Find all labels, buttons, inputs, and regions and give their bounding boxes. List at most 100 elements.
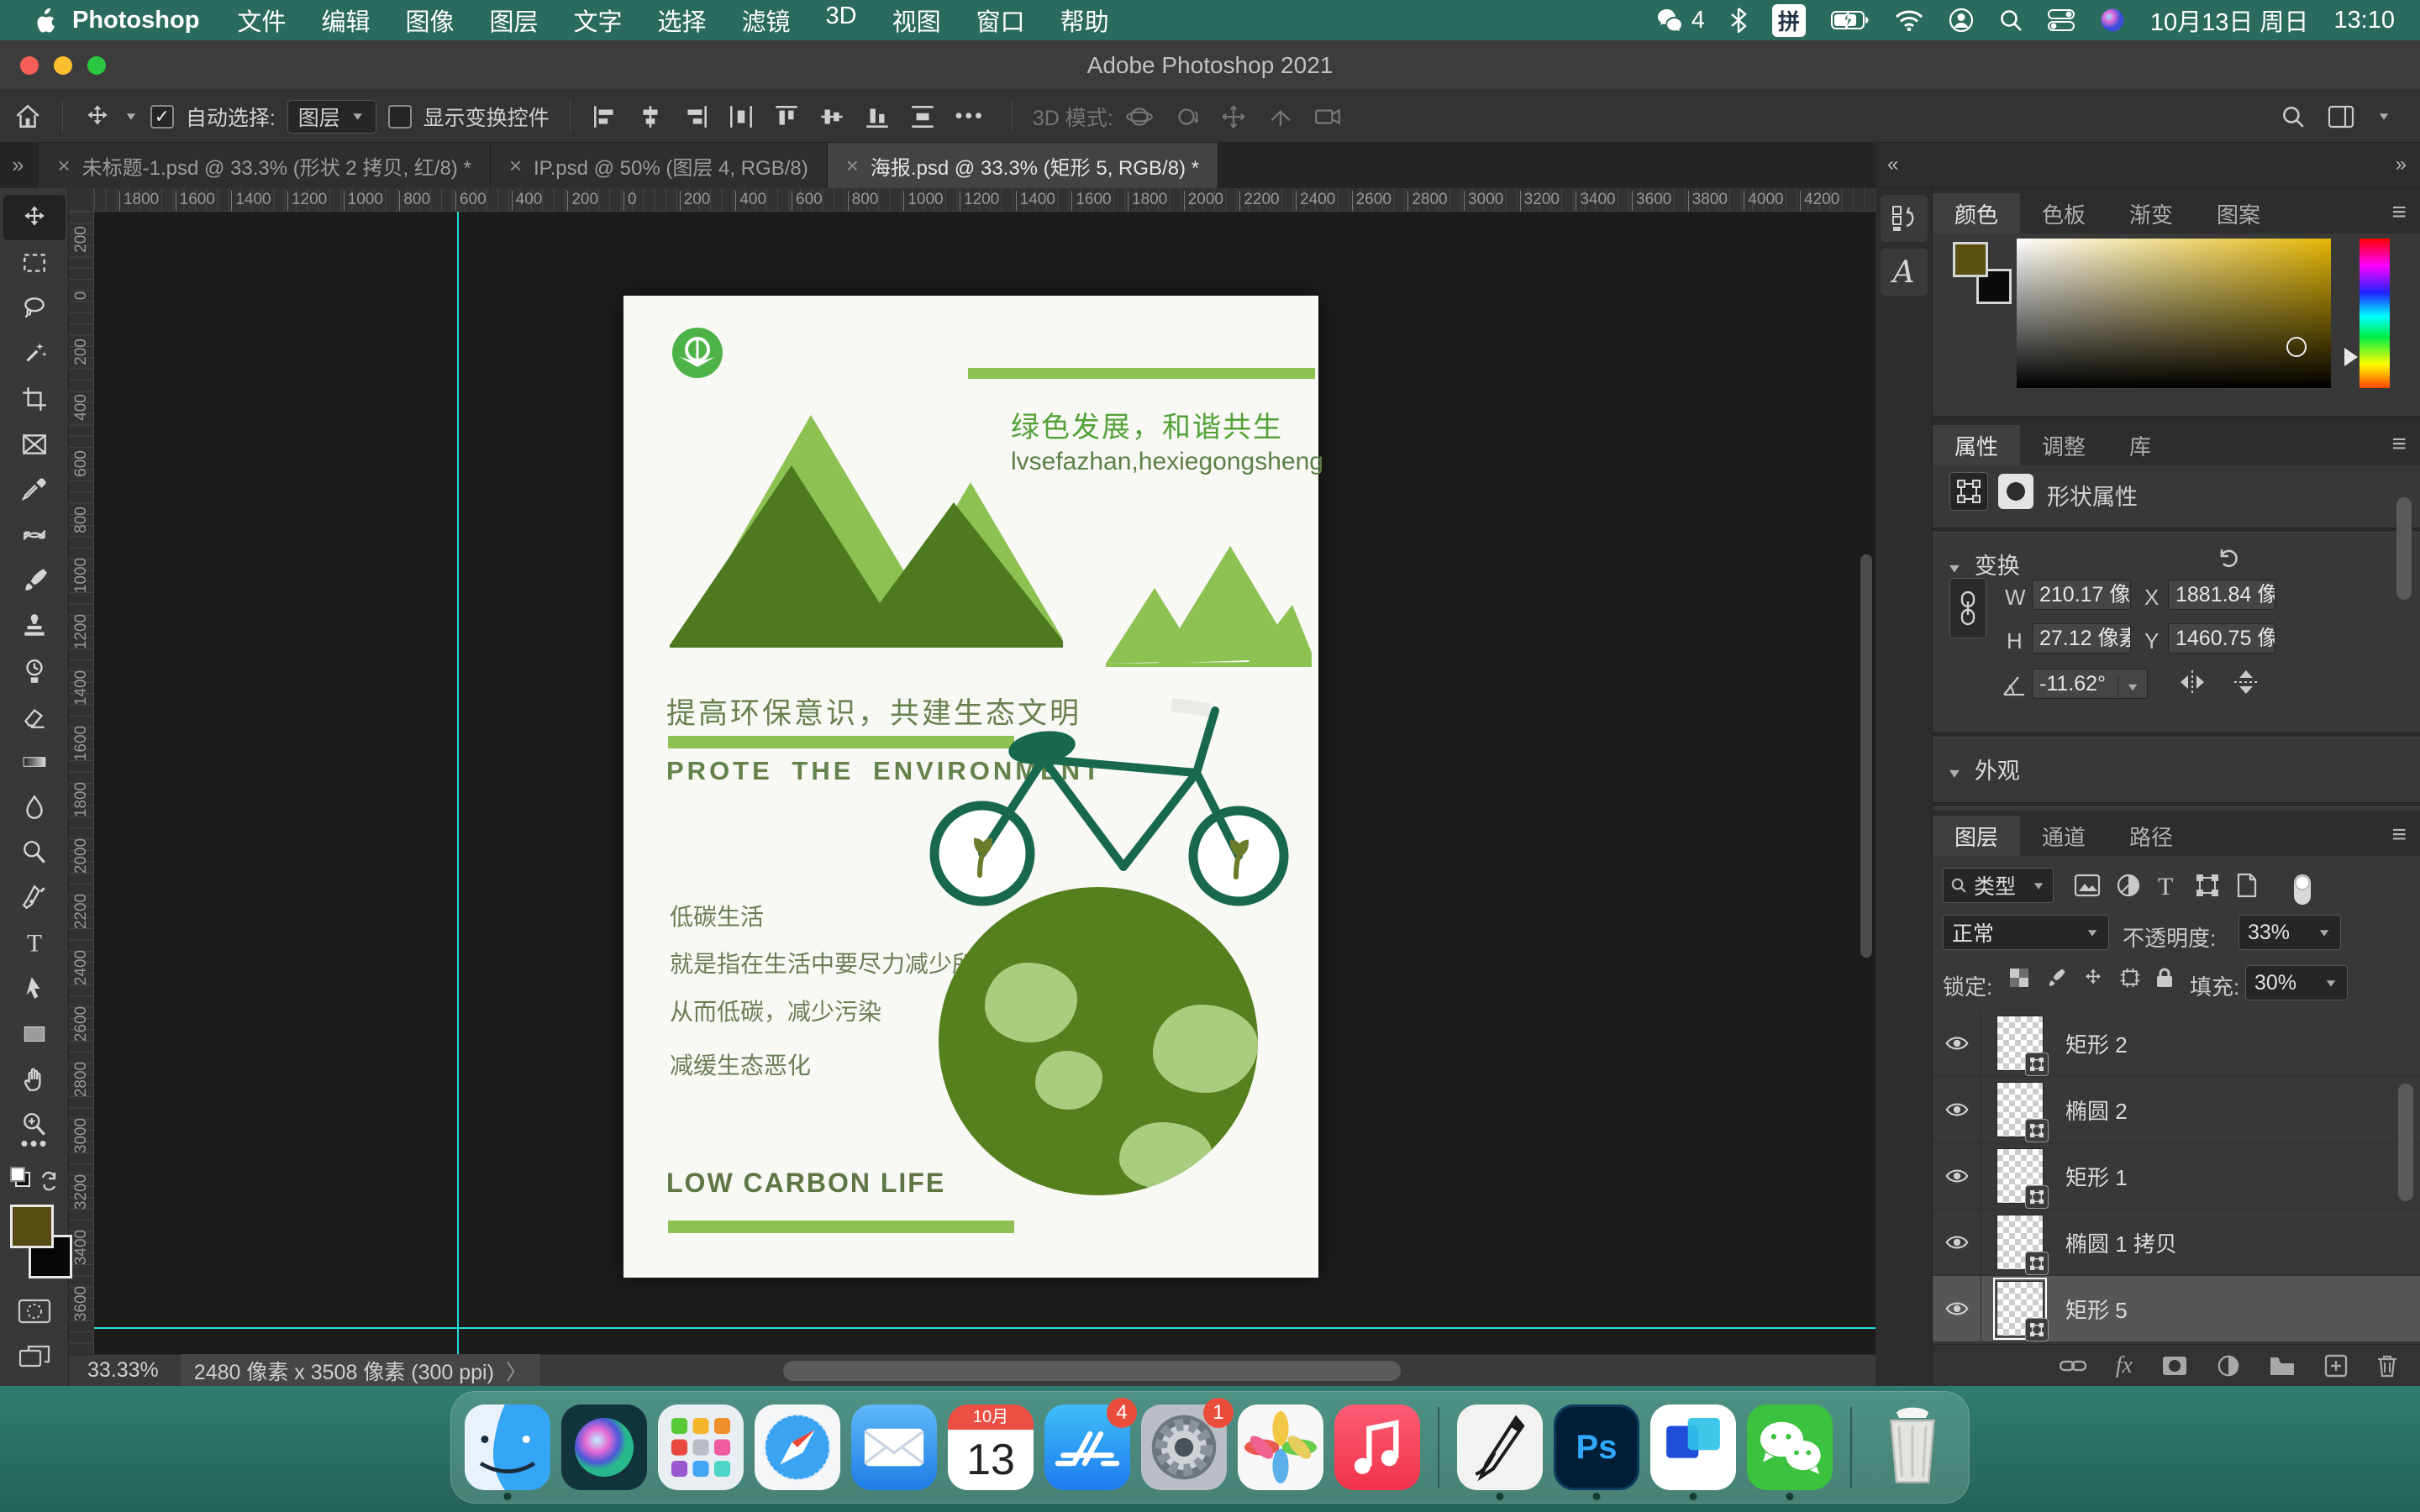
menu-item-文字[interactable]: 文字 bbox=[573, 3, 622, 38]
scrollbar-thumb[interactable] bbox=[783, 1361, 1401, 1381]
transform-section-header[interactable]: ▼变换 bbox=[1946, 548, 2020, 580]
collapse-panels-icon[interactable]: « bbox=[1887, 153, 1898, 176]
poster-document[interactable]: 绿色发展，和谐共生 lvsefazhan,hexiegongsheng 提高环保… bbox=[623, 296, 1318, 1278]
panel-menu-icon[interactable]: ≡ bbox=[2391, 198, 2407, 227]
dock-item-launchpad[interactable] bbox=[658, 1404, 744, 1490]
close-tab-icon[interactable]: × bbox=[509, 153, 522, 179]
y-field[interactable]: 1460.75 像 bbox=[2168, 623, 2275, 654]
layer-visibility-icon[interactable] bbox=[1933, 1077, 1981, 1143]
close-window-button[interactable] bbox=[20, 56, 39, 75]
layer-visibility-icon[interactable] bbox=[1933, 1143, 1981, 1210]
layer-filter-dropdown[interactable]: 类型 ▼ bbox=[1943, 868, 2054, 903]
dock-item-settings[interactable]: 1 bbox=[1141, 1404, 1227, 1490]
panel-menu-icon[interactable]: ≡ bbox=[2391, 821, 2407, 849]
auto-select-checkbox[interactable]: ✓ bbox=[150, 105, 174, 129]
foreground-color-swatch[interactable] bbox=[10, 1205, 54, 1248]
dock-item-docs-app[interactable] bbox=[1650, 1404, 1736, 1490]
properties-tab-属性[interactable]: 属性 bbox=[1933, 425, 2020, 465]
link-wh-icon[interactable] bbox=[1949, 578, 1986, 638]
saturation-field[interactable] bbox=[2017, 239, 2331, 388]
move-tool-option-icon[interactable] bbox=[83, 102, 112, 131]
reset-transform-icon[interactable] bbox=[2215, 544, 2242, 571]
lock-transparent-pixels-icon[interactable] bbox=[2008, 967, 2030, 989]
align-center-v-icon[interactable] bbox=[818, 102, 846, 131]
user-account-icon[interactable] bbox=[1949, 8, 1974, 33]
edit-toolbar-icon[interactable]: ••• bbox=[3, 1121, 66, 1166]
align-top-icon[interactable] bbox=[772, 102, 801, 131]
layer-name[interactable]: 椭圆 2 bbox=[2065, 1095, 2128, 1126]
rotation-angle-field[interactable]: -11.62° ▼ bbox=[2032, 669, 2148, 699]
filter-adjustment-layers-icon[interactable] bbox=[2116, 873, 2141, 898]
object-selection-tool[interactable] bbox=[3, 331, 66, 376]
layer-row-矩形 1[interactable]: 矩形 1 bbox=[1933, 1143, 2420, 1210]
width-field[interactable]: 210.17 像素 bbox=[2032, 580, 2131, 610]
control-center-icon[interactable] bbox=[2048, 8, 2075, 32]
eyedropper-tool[interactable] bbox=[3, 467, 66, 512]
layer-filter-toggle[interactable] bbox=[2292, 873, 2312, 906]
align-left-icon[interactable] bbox=[591, 102, 619, 131]
distribute-v-icon[interactable] bbox=[908, 102, 937, 131]
delete-layer-icon[interactable] bbox=[2376, 1354, 2398, 1378]
character-panel-icon[interactable]: A bbox=[1881, 249, 1928, 296]
layer-row-矩形 5[interactable]: 矩形 5 bbox=[1933, 1276, 2420, 1342]
flip-horizontal-icon[interactable] bbox=[2178, 669, 2207, 696]
layer-visibility-icon[interactable] bbox=[1933, 1276, 1981, 1342]
add-mask-icon[interactable] bbox=[2161, 1355, 2188, 1377]
filter-type-layers-icon[interactable]: T bbox=[2158, 873, 2173, 901]
layer-name[interactable]: 矩形 2 bbox=[2065, 1028, 2128, 1059]
close-tab-icon[interactable]: × bbox=[57, 153, 70, 179]
blend-mode-dropdown[interactable]: 正常▼ bbox=[1943, 915, 2109, 950]
new-layer-icon[interactable] bbox=[2324, 1354, 2348, 1378]
filter-smart-objects-icon[interactable] bbox=[2235, 873, 2259, 898]
new-group-icon[interactable] bbox=[2269, 1355, 2296, 1377]
type-tool[interactable]: T bbox=[3, 921, 66, 966]
swap-colors-icon[interactable] bbox=[0, 1166, 69, 1200]
color-tab-渐变[interactable]: 渐变 bbox=[2107, 193, 2195, 234]
height-field[interactable]: 27.12 像素 bbox=[2032, 623, 2131, 654]
chevron-down-icon[interactable]: ▼ bbox=[2118, 677, 2140, 697]
expand-panels-icon[interactable]: » bbox=[2396, 153, 2407, 176]
dock-item-photos[interactable] bbox=[1238, 1404, 1323, 1490]
dock-item-photoshop[interactable]: Ps bbox=[1554, 1404, 1639, 1490]
color-tab-图案[interactable]: 图案 bbox=[2195, 193, 2282, 234]
minimize-window-button[interactable] bbox=[54, 56, 72, 75]
x-field[interactable]: 1881.84 像 bbox=[2168, 580, 2275, 610]
blur-tool[interactable] bbox=[3, 785, 66, 830]
dock-item-siri[interactable] bbox=[561, 1404, 647, 1490]
menu-time[interactable]: 13:10 bbox=[2333, 7, 2395, 34]
chevron-down-icon[interactable]: ▼ bbox=[124, 110, 139, 123]
workspace-icon[interactable] bbox=[2328, 104, 2354, 129]
status-chevron[interactable]: 〉 bbox=[506, 1356, 527, 1386]
clone-stamp-tool[interactable] bbox=[3, 603, 66, 648]
document-info[interactable]: 2480 像素 x 3508 像素 (300 ppi) 〉 bbox=[181, 1354, 540, 1388]
horizontal-guide[interactable] bbox=[94, 1327, 1876, 1329]
vertical-ruler[interactable]: 2000200400600800100012001400160018002000… bbox=[69, 212, 94, 1354]
auto-select-dropdown[interactable]: 图层 ▼ bbox=[287, 100, 376, 134]
color-tab-色板[interactable]: 色板 bbox=[2020, 193, 2107, 234]
layer-row-椭圆 2[interactable]: 椭圆 2 bbox=[1933, 1077, 2420, 1143]
menu-item-帮助[interactable]: 帮助 bbox=[1060, 3, 1109, 38]
rectangular-marquee-tool[interactable] bbox=[3, 240, 66, 286]
dock-item-finder[interactable] bbox=[465, 1404, 550, 1490]
wifi-icon[interactable] bbox=[1895, 9, 1923, 31]
align-center-h-icon[interactable] bbox=[636, 102, 665, 131]
dock-item-trash[interactable] bbox=[1870, 1404, 1955, 1490]
history-brush-tool[interactable] bbox=[3, 648, 66, 694]
layer-visibility-icon[interactable] bbox=[1933, 1210, 1981, 1276]
canvas-pasteboard[interactable]: 绿色发展，和谐共生 lvsefazhan,hexiegongsheng 提高环保… bbox=[94, 212, 1876, 1354]
align-bottom-icon[interactable] bbox=[863, 102, 892, 131]
properties-tab-库[interactable]: 库 bbox=[2107, 425, 2173, 465]
menu-item-3D[interactable]: 3D bbox=[826, 3, 857, 38]
layers-scrollbar[interactable] bbox=[2398, 1084, 2413, 1201]
hue-slider-arrow[interactable] bbox=[2344, 348, 2367, 366]
color-tab-颜色[interactable]: 颜色 bbox=[1933, 193, 2020, 234]
dock-item-mail[interactable] bbox=[851, 1404, 937, 1490]
canvas-vertical-scrollbar[interactable] bbox=[1860, 554, 1872, 958]
layers-tab-图层[interactable]: 图层 bbox=[1933, 816, 2020, 856]
eraser-tool[interactable] bbox=[3, 694, 66, 739]
show-transform-checkbox[interactable]: ✓ bbox=[388, 105, 412, 129]
input-method-icon[interactable]: 拼 bbox=[1772, 4, 1806, 37]
dock-item-pen-app[interactable] bbox=[1457, 1404, 1543, 1490]
dock-item-calendar[interactable]: 10月13 bbox=[948, 1404, 1034, 1490]
zoom-window-button[interactable] bbox=[87, 56, 106, 75]
